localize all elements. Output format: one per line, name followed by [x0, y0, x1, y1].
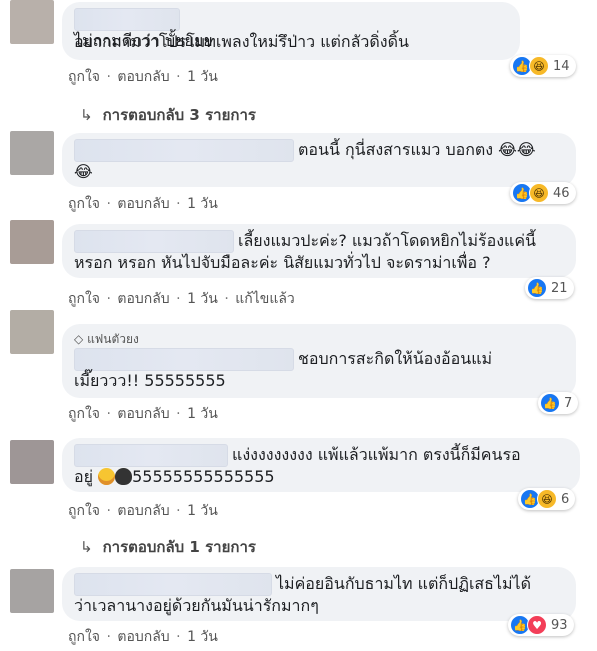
comment-actions: ถูกใจ · ตอบกลับ · 1 วัน — [68, 500, 218, 522]
separator: · — [106, 291, 111, 307]
comment-actions: ถูกใจ · ตอบกลับ · 1 วัน — [68, 626, 218, 648]
comment-text: หรอก หรอก หันไปจับมือละค่ะ นิสัยแมวทั่วไ… — [74, 253, 491, 272]
separator: · — [176, 503, 181, 519]
comment-text: แง่งงงงงงงง แพ้แล้วแพ้มาก ตรงนี้ก็มีคนรอ — [232, 445, 521, 464]
like-reaction-icon: 👍 — [527, 278, 547, 298]
replies-label: การตอบกลับ 1 รายการ — [102, 538, 256, 556]
laughing-emoji-icon — [98, 468, 116, 485]
separator: · — [106, 629, 111, 645]
reply-link[interactable]: ตอบกลับ — [117, 406, 169, 422]
comment-text: ตอนนี้ กุนี่สงสารแมว บอกตง 😂😂 — [298, 140, 536, 159]
comment-text: เลี้ยงแมวปะค่ะ? แมวถ้าโดดหยิกไม่ร้องแค่น… — [238, 231, 536, 250]
comment-text: 😂 — [74, 162, 93, 181]
timestamp-link[interactable]: 1 วัน — [187, 69, 218, 85]
comment-bubble: ไม่ค่อยอินกับธามไท แต่ก็ปฏิเสธไม่ได้ ว่า… — [62, 567, 576, 621]
diamond-icon: ◇ — [74, 332, 84, 346]
like-link[interactable]: ถูกใจ — [68, 69, 100, 85]
fan-badge: ◇ แฟนตัวยง — [74, 330, 564, 348]
haha-reaction-icon: 😆 — [529, 56, 549, 76]
separator: · — [106, 503, 111, 519]
reply-link[interactable]: ตอบกลับ — [117, 629, 169, 645]
reaction-summary[interactable]: 👍 😆 6 — [518, 488, 576, 510]
separator: · — [176, 629, 181, 645]
avatar[interactable] — [10, 0, 54, 44]
comment-bubble: เลี้ยงแมวปะค่ะ? แมวถ้าโดดหยิกไม่ร้องแค่น… — [62, 224, 576, 278]
like-link[interactable]: ถูกใจ — [68, 503, 100, 519]
comment-text: ชอบการสะกิดให้น้องอ้อนแม่ — [298, 349, 493, 368]
comment-actions: ถูกใจ · ตอบกลับ · 1 วัน — [68, 193, 218, 215]
reaction-count: 7 — [564, 395, 573, 411]
comment-bubble: แง่งงงงงงงง แพ้แล้วแพ้มาก ตรงนี้ก็มีคนรอ… — [62, 438, 580, 492]
comment-text: ว่าเวลานางอยู่ด้วยกันมันน่ารักมากๆ — [74, 596, 319, 615]
separator: · — [176, 291, 181, 307]
reaction-summary[interactable]: 👍 😆 14 — [510, 55, 576, 77]
like-link[interactable]: ถูกใจ — [68, 629, 100, 645]
separator: · — [224, 291, 229, 307]
timestamp-link[interactable]: 1 วัน — [187, 291, 218, 307]
blurred-author-name[interactable] — [74, 8, 180, 31]
avatar[interactable] — [10, 220, 54, 264]
reply-link[interactable]: ตอบกลับ — [117, 196, 169, 212]
reaction-summary[interactable]: 👍 😆 46 — [510, 182, 576, 204]
blurred-author-name[interactable] — [74, 230, 234, 253]
comment-text: ไม่ค่อยอินกับธามไท แต่ก็ปฏิเสธไม่ได้ — [276, 574, 531, 593]
blurred-author-name[interactable] — [74, 573, 272, 596]
haha-reaction-icon: 😆 — [537, 489, 557, 509]
blurred-author-name[interactable] — [74, 139, 294, 162]
comment-bubble: ตอนนี้ กุนี่สงสารแมว บอกตง 😂😂 😂 — [62, 133, 576, 187]
blurred-author-name[interactable] — [74, 348, 294, 371]
blurred-author-name[interactable] — [74, 444, 228, 467]
reply-link[interactable]: ตอบกลับ — [117, 69, 169, 85]
separator: · — [176, 69, 181, 85]
comment-bubble: อยากถามว่าโปรโมทเพลงใหม่รึป่าว แต่กลัวดิ… — [62, 2, 520, 60]
black-heart-icon — [115, 468, 133, 485]
edited-label[interactable]: แก้ไขแล้ว — [235, 291, 295, 307]
replies-label: การตอบกลับ 3 รายการ — [102, 106, 256, 124]
haha-reaction-icon: 😆 — [529, 183, 549, 203]
separator: · — [176, 406, 181, 422]
reaction-count: 46 — [553, 185, 570, 201]
reaction-summary[interactable]: 👍 21 — [525, 277, 574, 299]
comment-actions: ถูกใจ · ตอบกลับ · 1 วัน — [68, 403, 218, 425]
separator: · — [106, 196, 111, 212]
like-link[interactable]: ถูกใจ — [68, 196, 100, 212]
timestamp-link[interactable]: 1 วัน — [187, 196, 218, 212]
avatar[interactable] — [10, 131, 54, 175]
avatar[interactable] — [10, 569, 54, 613]
reaction-summary[interactable]: 👍 7 — [538, 392, 579, 414]
reaction-summary[interactable]: 👍 ♥ 93 — [508, 614, 574, 636]
reaction-count: 14 — [553, 58, 570, 74]
avatar[interactable] — [10, 310, 54, 354]
comment-text: อยู่ — [74, 467, 93, 486]
reply-arrow-icon: ↳ — [80, 538, 93, 556]
love-reaction-icon: ♥ — [527, 615, 547, 635]
view-replies-link[interactable]: ↳ การตอบกลับ 3 รายการ — [80, 103, 256, 127]
reply-link[interactable]: ตอบกลับ — [117, 291, 169, 307]
like-link[interactable]: ถูกใจ — [68, 291, 100, 307]
comment-actions: ถูกใจ · ตอบกลับ · 1 วัน — [68, 66, 218, 88]
timestamp-link[interactable]: 1 วัน — [187, 406, 218, 422]
avatar[interactable] — [10, 440, 54, 484]
separator: · — [106, 406, 111, 422]
reaction-count: 6 — [561, 491, 570, 507]
comment-text: เมี๊ยววว!! 55555555 — [74, 371, 226, 390]
comment-text: 55555555555555 — [132, 467, 275, 486]
reaction-count: 93 — [551, 617, 568, 633]
timestamp-link[interactable]: 1 วัน — [187, 629, 218, 645]
reply-link[interactable]: ตอบกลับ — [117, 503, 169, 519]
comment-bubble: ◇ แฟนตัวยง ชอบการสะกิดให้น้องอ้อนแม่ เมี… — [62, 324, 576, 398]
badge-label: แฟนตัวยง — [87, 332, 139, 346]
timestamp-link[interactable]: 1 วัน — [187, 503, 218, 519]
comment-text-line: อยู่ 55555555555555 — [74, 466, 568, 488]
separator: · — [176, 196, 181, 212]
separator: · — [106, 69, 111, 85]
comment-actions: ถูกใจ · ตอบกลับ · 1 วัน · แก้ไขแล้ว — [68, 288, 295, 310]
view-replies-link[interactable]: ↳ การตอบกลับ 1 รายการ — [80, 535, 256, 559]
reply-arrow-icon: ↳ — [80, 106, 93, 124]
like-reaction-icon: 👍 — [540, 393, 560, 413]
like-link[interactable]: ถูกใจ — [68, 406, 100, 422]
reaction-count: 21 — [551, 280, 568, 296]
